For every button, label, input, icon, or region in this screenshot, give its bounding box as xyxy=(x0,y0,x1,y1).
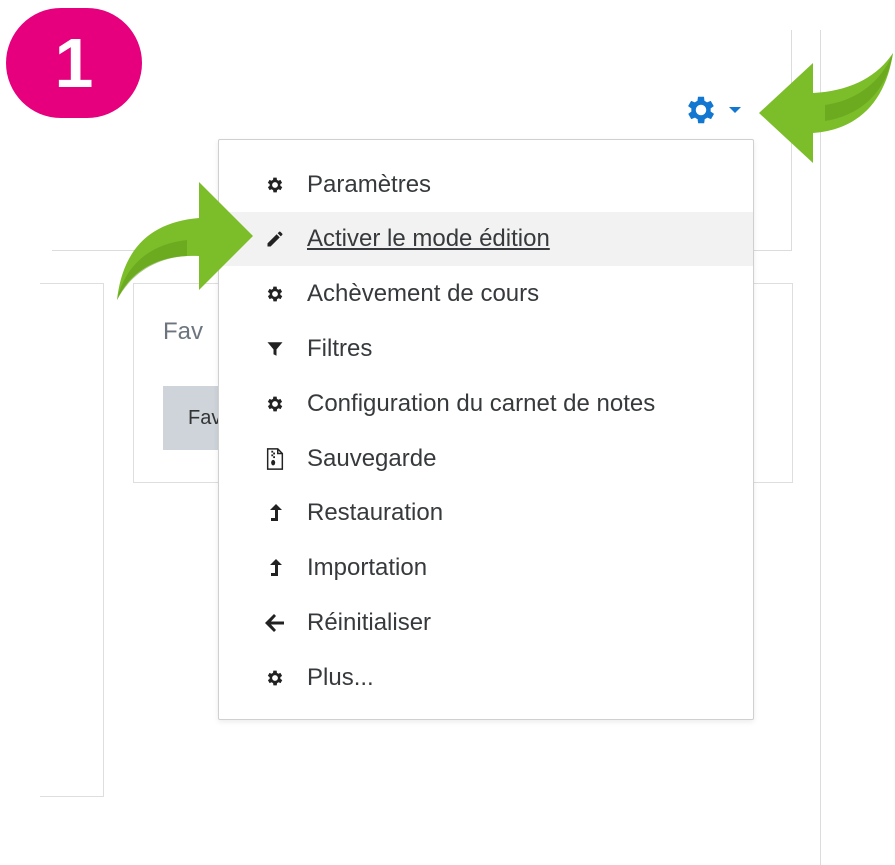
menu-item-label: Restauration xyxy=(307,499,444,526)
menu-item-activer-mode-edition[interactable]: Activer le mode édition xyxy=(219,212,753,266)
menu-item-label: Paramètres xyxy=(307,171,432,198)
left-content-panel xyxy=(40,283,104,797)
file-archive-icon xyxy=(264,448,286,470)
course-actions-menu: Paramètres Activer le mode édition Achèv… xyxy=(218,139,754,720)
gear-icon xyxy=(264,174,286,196)
menu-item-label: Activer le mode édition xyxy=(307,225,550,252)
menu-item-label: Filtres xyxy=(307,335,373,362)
menu-item-filtres[interactable]: Filtres xyxy=(219,322,753,376)
gear-icon xyxy=(264,283,286,305)
menu-item-parametres[interactable]: Paramètres xyxy=(219,158,753,212)
menu-item-label: Achèvement de cours xyxy=(307,280,540,307)
menu-item-achevement-de-cours[interactable]: Achèvement de cours xyxy=(219,267,753,321)
menu-item-sauvegarde[interactable]: Sauvegarde xyxy=(219,432,753,486)
gear-icon xyxy=(264,667,286,689)
menu-item-label: Plus... xyxy=(307,664,374,691)
caret-down-icon xyxy=(729,107,741,113)
annotation-arrow-gear xyxy=(759,53,893,163)
menu-item-label: Sauvegarde xyxy=(307,445,437,472)
gear-icon xyxy=(683,92,719,128)
gear-icon xyxy=(264,393,286,415)
arrow-left-icon xyxy=(264,612,286,634)
favorites-title: Fav xyxy=(163,318,204,345)
menu-item-label: Importation xyxy=(307,554,428,581)
menu-item-reinitialiser[interactable]: Réinitialiser xyxy=(219,596,753,650)
menu-item-label: Configuration du carnet de notes xyxy=(307,390,656,417)
menu-item-plus[interactable]: Plus... xyxy=(219,651,753,705)
annotation-arrow-edit-mode xyxy=(117,182,253,300)
course-actions-trigger[interactable] xyxy=(683,92,755,128)
menu-item-restauration[interactable]: Restauration xyxy=(219,486,753,540)
level-up-icon xyxy=(264,502,286,524)
menu-item-label: Réinitialiser xyxy=(307,609,432,636)
pencil-icon xyxy=(264,228,286,250)
step-badge: 1 xyxy=(6,8,142,118)
menu-item-importation[interactable]: Importation xyxy=(219,541,753,595)
filter-icon xyxy=(264,338,286,360)
menu-item-configuration-carnet-notes[interactable]: Configuration du carnet de notes xyxy=(219,377,753,431)
level-up-icon xyxy=(264,557,286,579)
